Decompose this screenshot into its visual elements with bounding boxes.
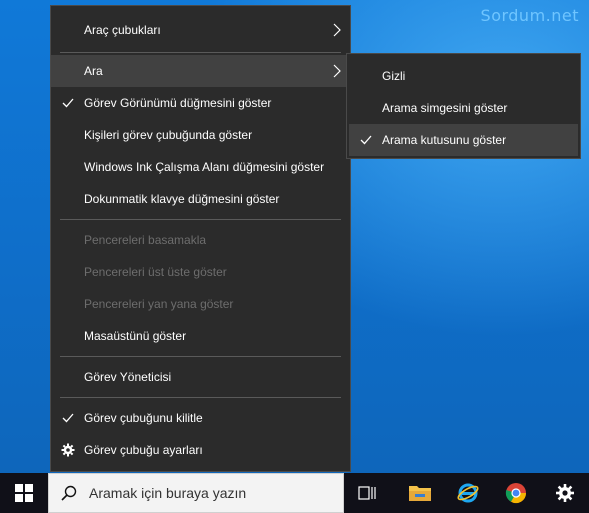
menu-item-label: Araç çubukları	[84, 23, 161, 37]
checkmark-icon	[62, 413, 74, 423]
menu-item-windows-ink[interactable]: Windows Ink Çalışma Alanı düğmesini göst…	[51, 151, 350, 183]
separator	[60, 219, 341, 220]
menu-item-label: Görev çubuğu ayarları	[84, 443, 203, 457]
file-explorer-button[interactable]	[396, 473, 444, 513]
separator	[60, 356, 341, 357]
watermark: Sordum.net	[480, 6, 579, 25]
menu-item-label: Görev Görünümü düğmesini göster	[84, 96, 272, 110]
search-submenu: Gizli Arama simgesini göster Arama kutus…	[346, 53, 581, 159]
menu-item-stack-windows: Pencereleri üst üste göster	[51, 256, 350, 288]
menu-item-side-by-side: Pencereleri yan yana göster	[51, 288, 350, 320]
chevron-right-icon	[333, 64, 341, 78]
menu-item-label: Dokunmatik klavye düğmesini göster	[84, 192, 280, 206]
checkmark-icon	[360, 135, 372, 145]
internet-explorer-button[interactable]	[444, 473, 492, 513]
internet-explorer-icon	[457, 483, 479, 503]
menu-item-label: Pencereleri basamakla	[84, 233, 207, 247]
menu-item-label: Görev çubuğunu kilitle	[84, 411, 203, 425]
menu-item-toolbars[interactable]: Araç çubukları	[51, 14, 350, 46]
menu-item-label: Ara	[84, 64, 103, 78]
menu-item-label: Windows Ink Çalışma Alanı düğmesini göst…	[84, 160, 325, 174]
menu-item-task-view[interactable]: Görev Görünümü düğmesini göster	[51, 87, 350, 119]
menu-item-label: Masaüstünü göster	[84, 329, 187, 343]
menu-item-label: Pencereleri yan yana göster	[84, 297, 234, 311]
settings-button[interactable]	[541, 473, 589, 513]
submenu-item-label: Arama simgesini göster	[382, 101, 508, 115]
chevron-right-icon	[333, 23, 341, 37]
menu-item-label: Görev Yöneticisi	[84, 370, 172, 384]
taskbar-context-menu: Araç çubukları Ara Görev Görünümü düğmes…	[50, 5, 351, 472]
submenu-item-show-search-icon[interactable]: Arama simgesini göster	[349, 92, 578, 124]
gear-icon	[61, 443, 75, 457]
submenu-item-label: Gizli	[382, 69, 406, 83]
search-placeholder: Aramak için buraya yazın	[89, 485, 247, 501]
menu-item-lock-taskbar[interactable]: Görev çubuğunu kilitle	[51, 402, 350, 434]
submenu-item-label: Arama kutusunu göster	[382, 133, 507, 147]
chrome-button[interactable]	[492, 473, 540, 513]
windows-start-icon	[15, 484, 33, 502]
chrome-icon	[505, 483, 527, 504]
search-icon	[61, 485, 77, 501]
submenu-item-show-search-box[interactable]: Arama kutusunu göster	[349, 124, 578, 156]
submenu-item-hidden[interactable]: Gizli	[349, 60, 578, 92]
menu-item-search[interactable]: Ara	[51, 55, 350, 87]
checkmark-icon	[62, 98, 74, 108]
menu-item-label: Pencereleri üst üste göster	[84, 265, 227, 279]
menu-item-people[interactable]: Kişileri görev çubuğunda göster	[51, 119, 350, 151]
separator	[60, 397, 341, 398]
task-view-button[interactable]	[344, 473, 392, 513]
file-explorer-icon	[409, 486, 431, 501]
menu-item-touch-keyboard[interactable]: Dokunmatik klavye düğmesini göster	[51, 183, 350, 215]
taskbar: Aramak için buraya yazın	[0, 473, 589, 513]
menu-item-cascade-windows: Pencereleri basamakla	[51, 224, 350, 256]
start-button[interactable]	[0, 473, 48, 513]
menu-item-show-desktop[interactable]: Masaüstünü göster	[51, 320, 350, 352]
taskbar-search-box[interactable]: Aramak için buraya yazın	[48, 473, 344, 513]
settings-gear-icon	[556, 484, 574, 502]
separator	[60, 52, 341, 53]
menu-item-task-manager[interactable]: Görev Yöneticisi	[51, 361, 350, 393]
task-view-icon	[358, 486, 376, 500]
menu-item-label: Kişileri görev çubuğunda göster	[84, 128, 253, 142]
menu-item-taskbar-settings[interactable]: Görev çubuğu ayarları	[51, 434, 350, 466]
